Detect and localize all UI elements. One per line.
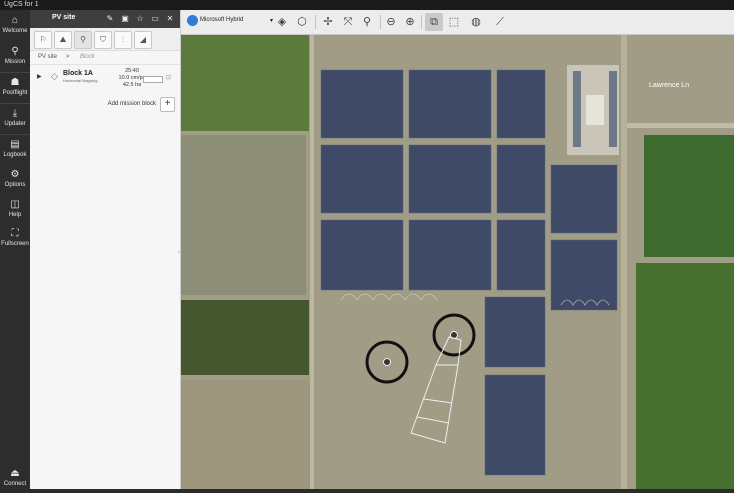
download-icon: ⤓ (12, 108, 18, 119)
mission-panel: PV site ✎ ▣ ☆ ▭ ✕ ⚐ ⛰ ⚲ ⛉ ⫶ ◢ PV site > … (30, 10, 181, 489)
nav-welcome[interactable]: ⌂ Welcome (0, 13, 30, 40)
road-vertical-right (621, 35, 627, 489)
panel-title: PV site (52, 14, 76, 21)
expand-icon: ⛶ (11, 228, 19, 239)
fit-view-icon[interactable]: ⤧ (339, 13, 357, 31)
connect-icon: ⏏ (10, 468, 20, 479)
polygon-icon: ◇ (51, 71, 58, 81)
nav-logbook[interactable]: ▤ Logbook (0, 137, 30, 164)
road-lawrence (627, 123, 734, 128)
breadcrumb-separator: > (66, 54, 70, 60)
rail-divider (0, 134, 30, 135)
map-toolbar: Microsoft Hybrid ▾ ◈ ⬡ ✢ ⤧ ⚲ ⊖ ⊕ ⧉ ⬚ ◍ ⟋ (181, 10, 734, 35)
stack-icon: ☗ (10, 77, 20, 88)
map-view[interactable]: Lawrence Ln (181, 35, 734, 489)
book-open-icon: ◫ (10, 199, 20, 210)
block-menu-icon[interactable]: ⊡ (166, 74, 171, 81)
ruler-icon[interactable]: ⟋ (491, 13, 509, 31)
nav-label: Options (4, 182, 26, 188)
panel-header: PV site ✎ ▣ ☆ ▭ ✕ (30, 10, 180, 28)
book-icon: ▤ (10, 139, 20, 150)
nav-label: Fullscreen (1, 241, 29, 247)
road-vertical-left (310, 35, 314, 489)
toolbar-divider (380, 15, 381, 29)
panel-collapse-handle[interactable]: ‹ (178, 250, 180, 256)
edit-icon[interactable]: ✎ (104, 13, 116, 25)
pan-arrows-icon[interactable]: ✢ (319, 13, 337, 31)
map-provider-select[interactable]: Microsoft Hybrid ▾ (187, 14, 273, 29)
field-right-top (644, 135, 734, 257)
star-icon[interactable]: ☆ (134, 13, 146, 25)
breadcrumb-current: Block (80, 54, 95, 60)
main-nav-rail: ⌂ Welcome ⚲ Mission ☗ Postflight ⤓ Updat… (0, 10, 30, 489)
nav-mission[interactable]: ⚲ Mission (0, 44, 30, 71)
field-bare (181, 380, 311, 489)
nav-label: Connect (3, 481, 27, 487)
nav-label: Updater (4, 121, 26, 127)
window-titlebar: UgCS for 1 (0, 0, 734, 10)
gear-icon: ⚙ (10, 169, 20, 180)
window-title: UgCS for 1 (4, 1, 39, 8)
map-provider-label: Microsoft Hybrid (200, 17, 244, 23)
rail-divider (0, 72, 30, 73)
route-icon: ⚲ (11, 46, 19, 57)
add-mission-block-row: Add mission block + (30, 97, 180, 112)
breadcrumb: PV site > Block (30, 51, 180, 65)
nav-label: Mission (4, 59, 26, 65)
3d-view-icon[interactable]: ⬡ (293, 13, 311, 31)
nav-label: Help (8, 212, 22, 218)
home-icon: ⌂ (11, 15, 19, 26)
mission-block-row[interactable]: ▶ ◇ Block 1A Horizontal Mapping 25:40 10… (30, 67, 180, 95)
block-color-swatch[interactable] (143, 76, 163, 83)
close-icon[interactable]: ✕ (164, 13, 176, 25)
rail-divider (0, 103, 30, 104)
block-time: 25:40 (125, 68, 139, 74)
nav-label: Logbook (3, 152, 27, 158)
zoom-out-icon[interactable]: ⊖ (382, 13, 400, 31)
field-dark-green (181, 300, 309, 375)
field-right-bottom (636, 263, 734, 489)
nav-options[interactable]: ⚙ Options (0, 167, 30, 194)
panel-toolbar: ⚐ ⛰ ⚲ ⛉ ⫶ ◢ (30, 28, 180, 51)
nav-updater[interactable]: ⤓ Updater (0, 106, 30, 133)
satellite-map[interactable]: Lawrence Ln (181, 35, 734, 489)
expand-arrow-icon[interactable]: ▶ (37, 73, 42, 80)
nav-label: Welcome (2, 28, 28, 34)
elevation-profile-icon[interactable]: ◢ (134, 31, 152, 49)
add-mission-block-button[interactable]: + (160, 97, 175, 112)
route-params-icon[interactable]: ⚐ (34, 31, 52, 49)
field-green (181, 35, 309, 131)
takeoff-icon[interactable]: ⛰ (54, 31, 72, 49)
sliders-icon[interactable]: ⫶ (114, 31, 132, 49)
map-objects-icon[interactable]: ⧉ (425, 13, 443, 31)
block-type: Horizontal Mapping (63, 78, 98, 83)
nav-postflight[interactable]: ☗ Postflight (0, 75, 30, 102)
toolbar-divider (315, 15, 316, 29)
nav-label: Postflight (2, 90, 28, 96)
save-icon[interactable]: ▣ (119, 13, 131, 25)
waypoint-icon[interactable]: ⚲ (74, 31, 92, 49)
geofence-icon[interactable]: ⬚ (445, 13, 463, 31)
road-label: Lawrence Ln (649, 82, 689, 89)
nav-fullscreen[interactable]: ⛶ Fullscreen (0, 226, 30, 253)
zoom-in-icon[interactable]: ⊕ (401, 13, 419, 31)
airspace-icon[interactable]: ◍ (467, 13, 485, 31)
breadcrumb-root[interactable]: PV site (38, 54, 57, 60)
folder-icon[interactable]: ▭ (149, 13, 161, 25)
layers-icon[interactable]: ◈ (273, 13, 291, 31)
add-mission-block-label: Add mission block (107, 101, 156, 107)
field-fallow (181, 135, 306, 295)
shield-icon[interactable]: ⛉ (94, 31, 112, 49)
nav-help[interactable]: ◫ Help (0, 197, 30, 224)
location-pin-icon[interactable]: ⚲ (358, 13, 376, 31)
block-name: Block 1A (63, 70, 93, 77)
toolbar-divider (421, 15, 422, 29)
globe-icon (187, 15, 198, 26)
